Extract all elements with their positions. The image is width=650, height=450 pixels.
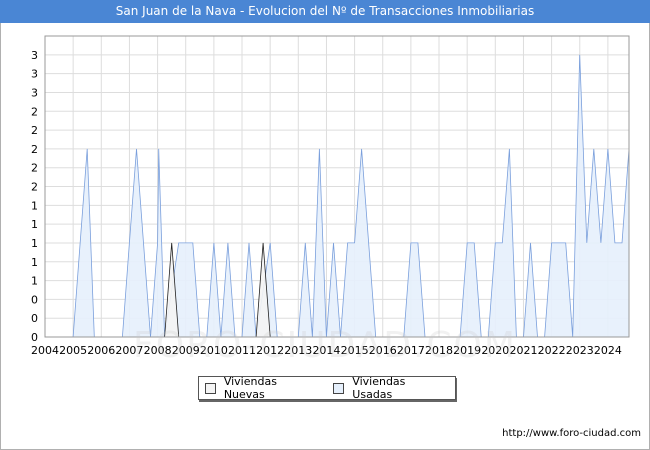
legend-label-usadas: Viviendas Usadas: [352, 375, 406, 401]
x-tick-label: 2024: [594, 344, 622, 357]
y-tick-label: 1: [31, 218, 38, 231]
watermark: FORO-CIUDAD.COM: [133, 325, 517, 366]
y-tick-label: 2: [31, 162, 38, 175]
legend-swatch-usadas: [333, 382, 345, 394]
legend-item-nuevas: Viviendas Nuevas: [205, 375, 319, 401]
y-tick-label: 1: [31, 237, 38, 250]
y-tick-label: 1: [31, 275, 38, 288]
legend: Viviendas Nuevas Viviendas Usadas: [198, 375, 456, 401]
legend-swatch-nuevas: [205, 382, 216, 394]
y-tick-label: 2: [31, 105, 38, 118]
y-tick-label: 1: [31, 256, 38, 269]
y-tick-label: 2: [31, 181, 38, 194]
y-tick-label: 0: [31, 331, 38, 344]
y-tick-label: 1: [31, 199, 38, 212]
x-tick-label: 2005: [59, 344, 87, 357]
y-tick-label: 0: [31, 312, 38, 325]
legend-label-nuevas: Viviendas Nuevas: [223, 375, 277, 401]
x-tick-label: 2022: [538, 344, 566, 357]
y-tick-label: 2: [31, 124, 38, 137]
x-tick-label: 2004: [31, 344, 59, 357]
x-tick-label: 2006: [87, 344, 115, 357]
legend-item-usadas: Viviendas Usadas: [333, 375, 447, 401]
x-tick-label: 2023: [566, 344, 594, 357]
y-tick-label: 3: [31, 86, 38, 99]
credit-url: http://www.foro-ciudad.com: [502, 428, 641, 439]
y-tick-label: 3: [31, 49, 38, 62]
y-tick-label: 3: [31, 68, 38, 81]
y-tick-label: 0: [31, 293, 38, 306]
y-tick-label: 2: [31, 143, 38, 156]
